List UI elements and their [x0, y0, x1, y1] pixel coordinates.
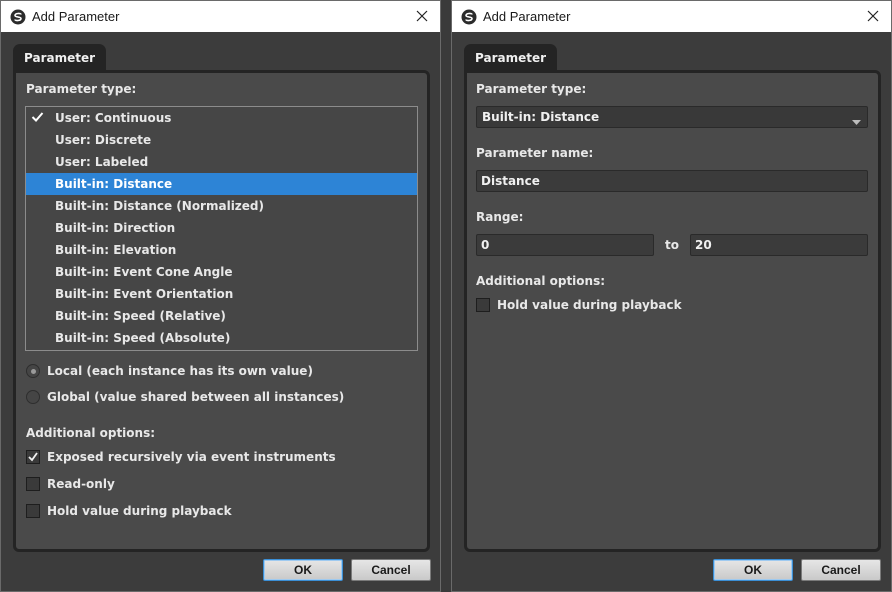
radio-button[interactable] [26, 390, 40, 404]
parameter-type-dropdown-list: User: Continuous User: Discrete User: La… [25, 106, 418, 351]
add-parameter-dialog-left: Add Parameter Parameter Parameter type: … [0, 0, 441, 592]
checkbox-read-only[interactable]: Read-only [26, 477, 115, 491]
radio-local-label: Local (each instance has its own value) [47, 364, 313, 378]
dropdown-item-label: Built-in: Speed (Relative) [55, 309, 226, 323]
dropdown-item-label: Built-in: Speed (Absolute) [55, 331, 231, 345]
chevron-down-icon [852, 115, 861, 129]
dropdown-item[interactable]: Built-in: Elevation [26, 239, 417, 261]
dropdown-item-label: Built-in: Event Cone Angle [55, 265, 233, 279]
fmod-app-icon [461, 9, 477, 25]
range-max-field[interactable]: 20 [690, 234, 868, 256]
checkbox-label: Exposed recursively via event instrument… [47, 450, 336, 464]
dropdown-item[interactable]: Built-in: Event Cone Angle [26, 261, 417, 283]
additional-options-label: Additional options: [26, 426, 156, 440]
tab-parameter[interactable]: Parameter [464, 44, 558, 72]
dropdown-item-label: Built-in: Distance [55, 177, 173, 191]
radio-button[interactable] [26, 364, 40, 378]
checkbox-label: Read-only [47, 477, 115, 491]
dropdown-item-label: Built-in: Direction [55, 221, 176, 235]
checkbox[interactable] [26, 450, 40, 464]
range-to-label: to [665, 238, 679, 252]
checkbox[interactable] [26, 504, 40, 518]
range-label: Range: [476, 210, 524, 224]
dropdown-item-label: Built-in: Event Orientation [55, 287, 234, 301]
add-parameter-dialog-right: Add Parameter Parameter Parameter type: … [451, 0, 892, 592]
checkbox[interactable] [476, 298, 490, 312]
ok-button[interactable]: OK [263, 559, 343, 581]
checkbox-hold-value[interactable]: Hold value during playback [476, 298, 682, 312]
parameter-type-select[interactable]: Built-in: Distance [476, 106, 868, 128]
radio-global[interactable]: Global (value shared between all instanc… [26, 390, 344, 404]
dropdown-item-selected[interactable]: Built-in: Distance [26, 173, 417, 195]
close-icon[interactable] [861, 5, 885, 27]
dropdown-item[interactable]: Built-in: Speed (Absolute) [26, 327, 417, 349]
fmod-app-icon [10, 9, 26, 25]
parameter-name-label: Parameter name: [476, 146, 594, 160]
dropdown-item-label: User: Labeled [55, 155, 149, 169]
checkbox-label: Hold value during playback [497, 298, 682, 312]
radio-global-label: Global (value shared between all instanc… [47, 390, 345, 404]
tab-parameter[interactable]: Parameter [13, 44, 107, 72]
dropdown-item-label: User: Continuous [55, 111, 172, 125]
title-bar: Add Parameter [1, 1, 440, 32]
checkbox-hold-value[interactable]: Hold value during playback [26, 504, 232, 518]
radio-local[interactable]: Local (each instance has its own value) [26, 364, 313, 378]
dropdown-item[interactable]: Built-in: Direction [26, 217, 417, 239]
dropdown-item-label: Built-in: Elevation [55, 243, 177, 257]
close-icon[interactable] [410, 5, 434, 27]
parameter-name-field[interactable]: Distance [476, 170, 868, 192]
ok-button[interactable]: OK [713, 559, 793, 581]
dropdown-item[interactable]: User: Labeled [26, 151, 417, 173]
window-title: Add Parameter [483, 9, 571, 24]
window-title: Add Parameter [32, 9, 120, 24]
parameter-type-label: Parameter type: [476, 82, 587, 96]
dropdown-item[interactable]: Built-in: Speed (Relative) [26, 305, 417, 327]
dropdown-item-label: User: Discrete [55, 133, 152, 147]
dropdown-item[interactable]: User: Continuous [26, 107, 417, 129]
dropdown-item[interactable]: Built-in: Distance (Normalized) [26, 195, 417, 217]
checkbox-label: Hold value during playback [47, 504, 232, 518]
cancel-button[interactable]: Cancel [351, 559, 431, 581]
parameter-type-value: Built-in: Distance [482, 110, 600, 124]
parameter-type-label: Parameter type: [26, 82, 137, 96]
check-icon [28, 452, 38, 462]
range-min-field[interactable]: 0 [476, 234, 654, 256]
title-bar: Add Parameter [452, 1, 891, 32]
check-icon [31, 111, 44, 126]
checkbox-exposed-recursively[interactable]: Exposed recursively via event instrument… [26, 450, 336, 464]
additional-options-label: Additional options: [476, 274, 606, 288]
cancel-button[interactable]: Cancel [801, 559, 881, 581]
dropdown-item[interactable]: Built-in: Event Orientation [26, 283, 417, 305]
checkbox[interactable] [26, 477, 40, 491]
dropdown-item[interactable]: User: Discrete [26, 129, 417, 151]
dropdown-item-label: Built-in: Distance (Normalized) [55, 199, 265, 213]
